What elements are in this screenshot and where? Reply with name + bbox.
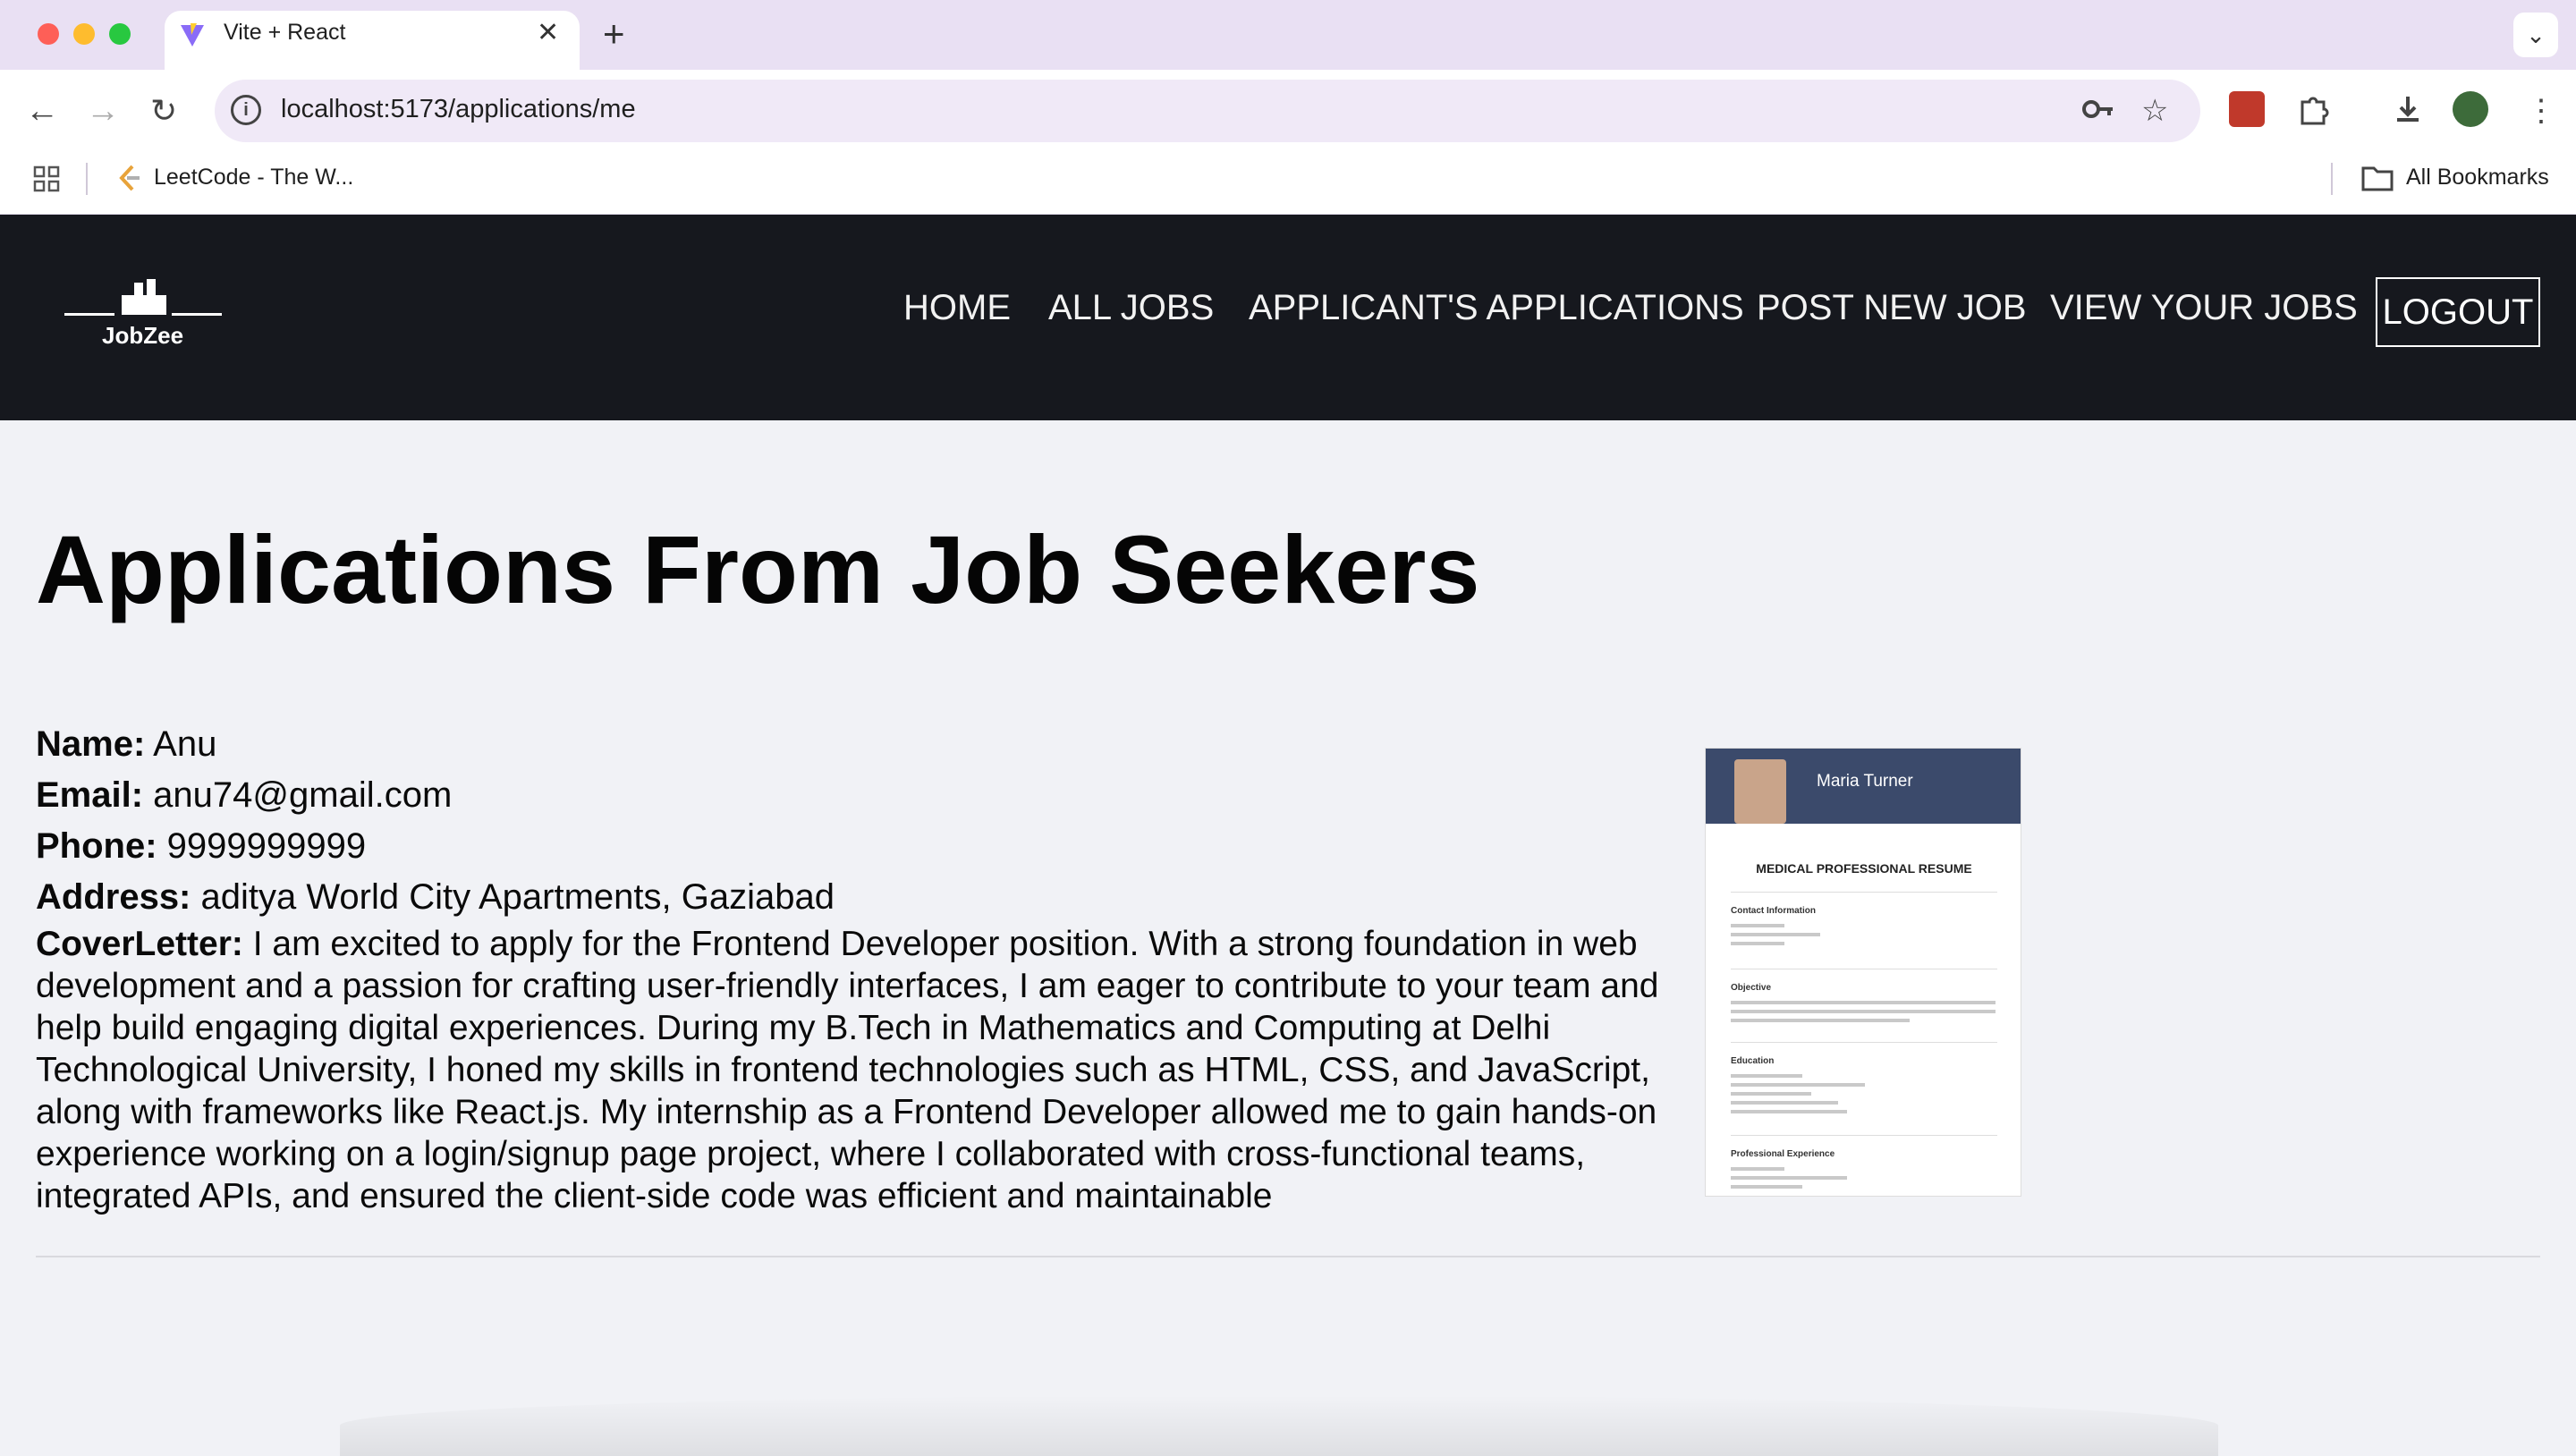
close-tab-icon[interactable]: ✕ [537,18,559,48]
bookmarks-bar [0,152,2576,215]
resume-text-line [1731,1010,1996,1013]
site-info-icon[interactable]: i [231,95,261,125]
new-tab-icon[interactable]: + [603,13,625,55]
resume-text-line [1731,1185,1802,1189]
resume-text-line [1731,1074,1802,1078]
nav-all-jobs[interactable]: ALL JOBS [1048,288,1214,328]
cover-letter-value: I am excited to apply for the Frontend D… [36,925,1659,1215]
nav-post-new-job[interactable]: POST NEW JOB [1757,288,2027,328]
nav-view-your-jobs[interactable]: VIEW YOUR JOBS [2050,288,2358,328]
phone-label: Phone: [36,826,157,866]
maximize-window-button[interactable] [109,23,131,45]
bookmark-separator [86,163,88,195]
applicant-address: Address: aditya World City Apartments, G… [36,872,1708,923]
back-icon[interactable]: ← [25,91,59,131]
nav-applicants-applications[interactable]: APPLICANT'S APPLICATIONS [1249,288,1744,328]
resume-photo [1734,759,1786,824]
page-bottom-shadow [340,1395,2218,1456]
resume-text-line [1731,942,1784,945]
resume-text-line [1731,933,1820,936]
close-window-button[interactable] [38,23,59,45]
applicant-cover-letter: CoverLetter: I am excited to apply for t… [36,923,1708,1217]
bookmark-separator [2331,163,2333,195]
nav-home[interactable]: HOME [903,288,1011,328]
password-key-icon[interactable] [2080,91,2116,127]
resume-text-line [1731,1001,1996,1004]
resume-text-line [1731,1092,1811,1096]
all-bookmarks-link[interactable]: All Bookmarks [2406,165,2549,190]
leetcode-icon [119,165,140,191]
name-label: Name: [36,724,146,764]
page-title: Applications From Job Seekers [36,515,1480,623]
address-label: Address: [36,877,191,917]
url-text[interactable]: localhost:5173/applications/me [281,95,636,124]
extension-icon[interactable] [2229,91,2265,127]
resume-text-line [1731,924,1784,927]
logout-button[interactable]: LOGOUT [2376,277,2540,347]
profile-avatar[interactable] [2453,91,2488,127]
resume-section: Contact Information [1731,906,1816,916]
download-icon[interactable] [2390,91,2426,127]
address-value: aditya World City Apartments, Gaziabad [200,877,835,917]
logo-text: JobZee [102,322,184,349]
email-value: anu74@gmail.com [153,775,453,815]
applicant-email: Email: anu74@gmail.com [36,770,1708,821]
email-label: Email: [36,775,144,815]
resume-text-line [1731,1110,1847,1113]
resume-text-line [1731,1101,1838,1105]
vite-icon [181,23,204,47]
bookmark-leetcode[interactable]: LeetCode - The W... [154,165,353,190]
application-divider [36,1256,2540,1257]
resume-image[interactable]: Maria Turner MEDICAL PROFESSIONAL RESUME… [1705,748,2021,1197]
menu-kebab-icon[interactable]: ⋮ [2526,93,2556,129]
apps-grid-icon[interactable] [32,165,61,193]
resume-text-line [1731,1176,1847,1180]
resume-rule [1731,1042,1997,1043]
resume-name: Maria Turner [1817,772,1913,791]
applicant-name: Name: Anu [36,719,1708,770]
folder-icon [2361,166,2394,191]
cover-letter-label: CoverLetter: [36,925,243,963]
resume-rule [1731,1135,1997,1136]
resume-section: Professional Experience [1731,1149,1835,1159]
tab-search-icon[interactable]: ⌄ [2513,13,2558,57]
name-value: Anu [153,724,217,764]
resume-section: Education [1731,1056,1775,1066]
tab-title: Vite + React [224,20,346,45]
resume-rule [1731,892,1997,893]
resume-title: MEDICAL PROFESSIONAL RESUME [1756,861,1972,876]
phone-value: 9999999999 [166,826,367,866]
extensions-puzzle-icon[interactable] [2295,91,2331,127]
bookmark-star-icon[interactable]: ☆ [2141,93,2168,129]
forward-icon[interactable]: → [86,91,120,131]
resume-text-line [1731,1083,1865,1087]
minimize-window-button[interactable] [73,23,95,45]
application-card: Name: Anu Email: anu74@gmail.com Phone: … [36,719,1708,1217]
resume-text-line [1731,1019,1910,1022]
resume-section: Objective [1731,983,1772,993]
applicant-phone: Phone: 9999999999 [36,821,1708,872]
reload-icon[interactable]: ↻ [150,91,177,131]
resume-text-line [1731,1167,1784,1171]
